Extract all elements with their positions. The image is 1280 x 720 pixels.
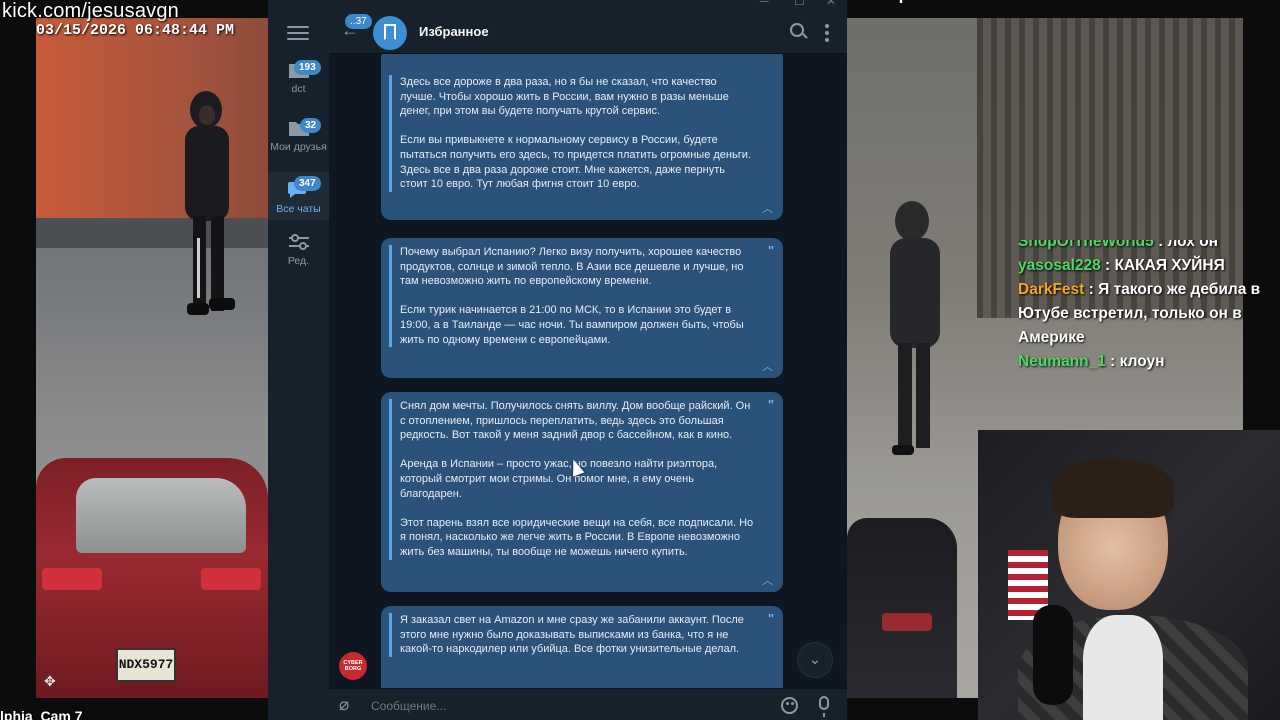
chat-message: DarkFest : Я такого же дебила в Ютубе вс… xyxy=(1018,278,1262,350)
window-titlebar: ─ ☐ ✕ xyxy=(268,0,847,8)
compose-bar: ⌀ xyxy=(329,688,847,720)
message-paragraph: Если вы привыкнете к нормальному сервису… xyxy=(400,134,751,191)
stream-frame: NDX5977 ✥ kick.com/jesusavgn 03/15/2026 … xyxy=(0,0,1280,720)
folder-label: dct xyxy=(291,83,306,95)
back-badge-count: 37 xyxy=(355,16,367,27)
message-paragraph: Почему выбрал Испанию? Легко визу получи… xyxy=(400,246,744,288)
chat-username: ShopOfTheWorld5 xyxy=(1018,240,1154,250)
camera-label: lphia_Cam 7 xyxy=(0,708,83,720)
chat-title[interactable]: Избранное xyxy=(419,24,489,39)
message-bubble[interactable]: " Я заказал свет на Amazon и мне сразу ж… xyxy=(381,606,783,688)
message-paragraph: Я заказал свет на Amazon и мне сразу же … xyxy=(400,614,744,656)
unread-badge: 32 xyxy=(300,118,322,133)
message-input[interactable] xyxy=(371,689,771,720)
tail-light xyxy=(42,568,102,590)
sender-avatar[interactable]: CYBER BORG xyxy=(339,652,367,680)
chat-message: yasosal228 : КАКАЯ ХУЙНЯ xyxy=(1018,254,1262,278)
message-paragraph: Если турик начинается в 21:00 по МСК, то… xyxy=(400,304,744,346)
plus-icon: ✚ xyxy=(896,0,910,6)
message-quote: Здесь все дороже в два раза, но я бы не … xyxy=(389,75,755,192)
folder-dct[interactable]: 193 dct xyxy=(268,60,329,108)
message-bubble[interactable]: " Снял дом мечты. Получилось снять виллу… xyxy=(381,392,783,592)
sliders-icon xyxy=(287,232,311,252)
unread-badge: 347 xyxy=(294,176,321,191)
scroll-down-button[interactable]: ⌄ xyxy=(797,642,833,678)
chat-message: ShopOfTheWorld5 : лох он xyxy=(1018,240,1262,254)
folder-edit[interactable]: Ред. xyxy=(268,232,329,276)
message-list[interactable]: ⤡ Здесь все дороже в два раза, но я бы н… xyxy=(329,54,847,688)
chevron-up-icon[interactable]: ︿ xyxy=(762,200,773,216)
undershirt xyxy=(1083,615,1163,720)
chat-message: Neumann_1 : клоун xyxy=(1018,350,1262,374)
stream-url: kick.com/jesusavgn xyxy=(2,0,179,22)
more-icon[interactable] xyxy=(825,24,829,45)
message-paragraph: Этот парень взял все юридические вещи на… xyxy=(400,516,754,558)
folder-friends[interactable]: 32 Мои друзья xyxy=(268,118,329,174)
tail-light xyxy=(882,613,932,631)
unread-badge: 193 xyxy=(294,60,321,75)
chevron-up-icon[interactable]: ︿ xyxy=(762,358,773,374)
folder-label: Все чаты xyxy=(276,203,321,215)
chat-username: Neumann_1 xyxy=(1018,353,1106,370)
unread-badge: ..37 xyxy=(345,14,372,29)
paperclip-icon[interactable]: ⌀ xyxy=(339,695,349,715)
microphone-icon[interactable] xyxy=(819,696,829,717)
streamer-hair xyxy=(1052,458,1174,518)
dark-car xyxy=(847,518,957,698)
telegram-window: ─ ☐ ✕ 193 dct 32 Мои друзья 347 Все чаты… xyxy=(268,0,847,720)
maximize-icon[interactable]: ☐ xyxy=(794,0,805,8)
hooded-person xyxy=(890,201,940,455)
microphone xyxy=(1033,605,1073,705)
message-quote: Снял дом мечты. Получилось снять виллу. … xyxy=(389,399,755,560)
folder-label: Мои друзья xyxy=(270,141,327,153)
chat-text: : КАКАЯ ХУЙНЯ xyxy=(1100,257,1225,274)
quote-icon: " xyxy=(767,611,774,626)
menu-icon[interactable] xyxy=(287,26,309,42)
emoji-icon[interactable] xyxy=(781,697,798,714)
chat-header: ← ..37 Избранное xyxy=(329,8,847,54)
chat-text: : клоун xyxy=(1105,353,1165,370)
hooded-person xyxy=(185,91,235,315)
license-plate: NDX5977 xyxy=(116,648,176,682)
left-camera-feed: NDX5977 ✥ xyxy=(36,18,268,698)
stream-chat: ShopOfTheWorld5 : лох он yasosal228 : КА… xyxy=(1018,240,1262,374)
message-bubble[interactable]: " Почему выбрал Испанию? Легко визу полу… xyxy=(381,238,783,378)
minimize-icon[interactable]: ─ xyxy=(760,0,769,8)
saved-messages-avatar[interactable] xyxy=(373,16,407,50)
red-car: NDX5977 xyxy=(36,458,268,698)
chevron-up-icon[interactable]: ︿ xyxy=(762,572,773,588)
quote-icon: " xyxy=(767,243,774,258)
car-window xyxy=(76,478,246,553)
chat-username: yasosal228 xyxy=(1018,257,1101,274)
tail-light xyxy=(201,568,261,590)
bookmark-icon xyxy=(384,24,396,40)
folder-all-chats[interactable]: 347 Все чаты xyxy=(268,172,329,220)
search-icon[interactable] xyxy=(790,23,804,37)
move-icon: ✥ xyxy=(44,673,56,689)
message-paragraph: Снял дом мечты. Получилось снять виллу. … xyxy=(400,400,751,442)
quote-icon: " xyxy=(767,397,774,412)
message-paragraph: Здесь все дороже в два раза, но я бы не … xyxy=(400,76,729,118)
streamer-webcam xyxy=(978,430,1280,720)
message-quote: Почему выбрал Испанию? Легко визу получи… xyxy=(389,245,755,348)
message-quote: Я заказал свет на Amazon и мне сразу же … xyxy=(389,613,755,657)
chat-username: DarkFest xyxy=(1018,281,1085,298)
folder-label: Ред. xyxy=(287,255,310,267)
folder-sidebar: 193 dct 32 Мои друзья 347 Все чаты Ред. xyxy=(268,8,329,720)
chat-text: : лох он xyxy=(1153,240,1219,250)
close-icon[interactable]: ✕ xyxy=(826,0,836,8)
camera-timestamp: 03/15/2026 06:48:44 PM xyxy=(36,22,235,39)
message-bubble[interactable]: Здесь все дороже в два раза, но я бы не … xyxy=(381,54,783,220)
chat-line-partial: ShopOfTheWorld5 : лох он xyxy=(1018,240,1262,254)
